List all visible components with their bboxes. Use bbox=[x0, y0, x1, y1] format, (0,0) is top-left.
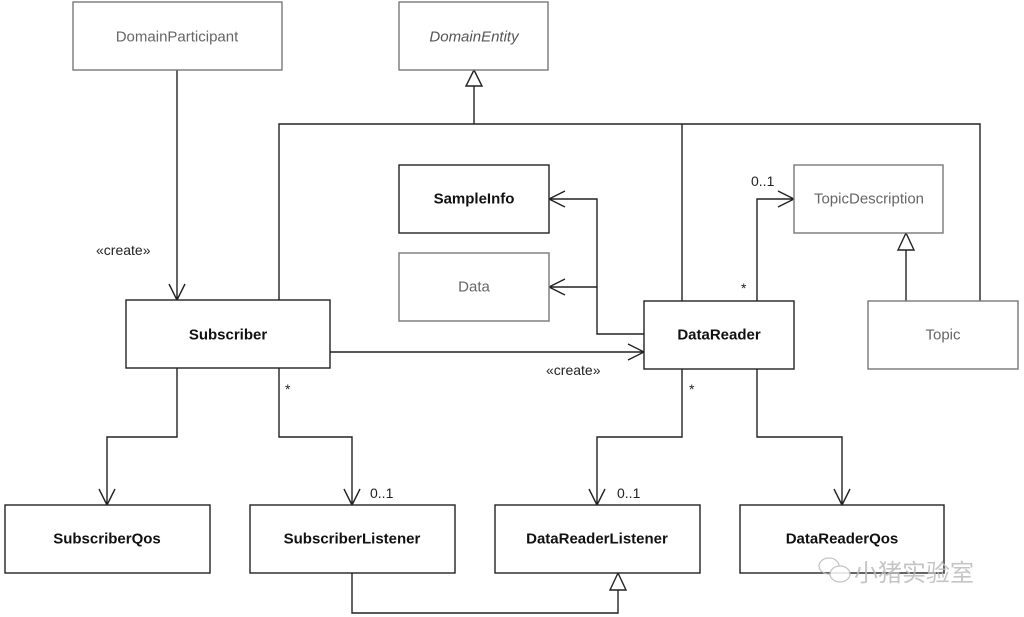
generalization-listener bbox=[351, 573, 619, 614]
create-label: «create» bbox=[96, 242, 151, 258]
class-name: Topic bbox=[925, 327, 961, 344]
class-domain-participant[interactable]: DomainParticipant bbox=[72, 1, 283, 71]
class-subscriber[interactable]: Subscriber bbox=[125, 299, 331, 369]
class-topic-description[interactable]: TopicDescription bbox=[793, 164, 944, 234]
multiplicity-label: * bbox=[285, 381, 291, 397]
datareader-topicdescription-association bbox=[756, 190, 796, 301]
create-label: «create» bbox=[546, 362, 601, 378]
datareader-qos-association bbox=[756, 369, 851, 507]
class-name: SampleInfo bbox=[434, 191, 515, 208]
class-subscriber-qos[interactable]: SubscriberQos bbox=[4, 504, 211, 574]
create-subscriber-association bbox=[168, 70, 186, 302]
multiplicity-label: 0..1 bbox=[617, 485, 641, 501]
class-domain-entity[interactable]: DomainEntity bbox=[398, 1, 549, 71]
class-name: DataReaderQos bbox=[786, 531, 899, 548]
class-name: DomainEntity bbox=[429, 29, 520, 46]
generalization-triangle-icon bbox=[464, 68, 484, 87]
class-subscriber-listener[interactable]: SubscriberListener bbox=[249, 504, 456, 574]
generalization-triangle-icon bbox=[896, 231, 916, 251]
class-data-reader[interactable]: DataReader bbox=[643, 300, 795, 370]
subscriber-qos-association bbox=[98, 368, 178, 507]
uml-class-diagram: DomainParticipant DomainEntity SampleInf… bbox=[4, 1, 1019, 614]
class-name: Subscriber bbox=[189, 327, 268, 344]
multiplicity-label: * bbox=[689, 381, 695, 397]
class-topic[interactable]: Topic bbox=[867, 300, 1019, 370]
datareader-sampleinfo-association bbox=[547, 190, 644, 335]
class-name: SubscriberListener bbox=[284, 531, 421, 548]
create-datareader-association bbox=[330, 343, 646, 361]
subscriber-listener-association bbox=[278, 368, 361, 507]
class-name: TopicDescription bbox=[814, 191, 924, 208]
class-name: DomainParticipant bbox=[116, 29, 239, 46]
class-name: DataReader bbox=[677, 327, 761, 344]
datareader-data-association bbox=[547, 278, 597, 296]
class-name: SubscriberQos bbox=[53, 531, 161, 548]
multiplicity-label: 0..1 bbox=[370, 485, 394, 501]
multiplicity-label: 0..1 bbox=[751, 173, 775, 189]
class-sample-info[interactable]: SampleInfo bbox=[398, 164, 550, 234]
class-name: DataReaderListener bbox=[526, 531, 668, 548]
class-data[interactable]: Data bbox=[398, 252, 550, 322]
class-data-reader-listener[interactable]: DataReaderListener bbox=[494, 504, 701, 574]
generalization-triangle-icon bbox=[608, 571, 628, 591]
multiplicity-label: * bbox=[741, 280, 747, 296]
watermark-text: 小猪实验室 bbox=[854, 560, 974, 587]
class-name: Data bbox=[458, 279, 490, 296]
